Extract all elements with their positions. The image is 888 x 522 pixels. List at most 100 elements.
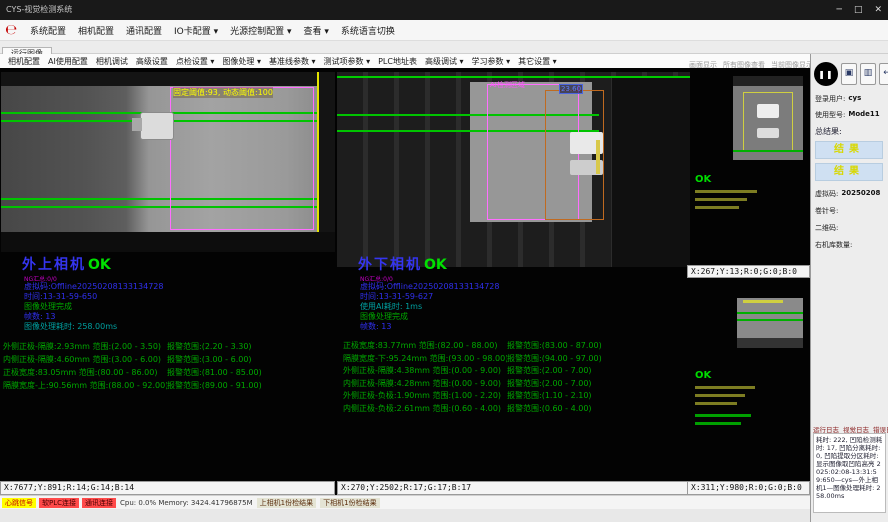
alarm-range: 报警范围:(2.00 - 7.00)	[507, 365, 673, 378]
toolbar-item[interactable]: 高级设置	[132, 56, 172, 67]
result-info-line: 时间:13-31-59-650	[24, 292, 163, 302]
window-bottom-edge	[0, 509, 810, 522]
result-info-line: 时间:13-31-59-627	[360, 292, 499, 302]
alarm-range: 报警范围:(2.00 - 7.00)	[507, 378, 673, 391]
title-bar: CYS-视觉检测系统 ─ □ ✕	[0, 0, 888, 20]
baseline-line	[337, 76, 690, 78]
edge-marker-line	[317, 72, 319, 252]
result-info-line: 虚拟码:Offline20250208133134728	[360, 282, 499, 292]
snapshot-button[interactable]: ▣	[841, 63, 857, 85]
right-result-title: 外下相机OK	[358, 254, 447, 274]
left-camera-viewport[interactable]: 固定阈值:93, 动态阈值:100	[1, 72, 335, 252]
alarm-range: 报警范围:(0.60 - 4.00)	[507, 403, 673, 416]
camera-name: 外下相机	[358, 257, 422, 273]
menu-item[interactable]: 查看 ▾	[298, 24, 335, 37]
sidebar-field: 使用型号: Mode11	[815, 110, 886, 120]
pause-button[interactable]: ❚❚	[814, 62, 838, 86]
log-text: 耗时: 222, 凹陷检测耗时: 17, 凹陷分离耗时: 0, 凹陷提取分区耗时…	[813, 433, 886, 513]
alarm-range: 报警范围:(3.00 - 6.00)	[167, 353, 333, 366]
field-value: cys	[848, 94, 861, 104]
info-fields: 虚拟码: 20250208 卷针号: 二维码: 右机库数量:	[815, 189, 886, 250]
toolbar-item[interactable]: 相机配置	[4, 56, 44, 67]
view-menu-item[interactable]: 所有图像查看	[723, 60, 765, 70]
app-logo-icon: ℮	[5, 22, 17, 38]
result-text-line	[695, 394, 745, 397]
right-coord-bar: X:270;Y:2502;R:17;G:17;B:17	[337, 481, 689, 495]
sidebar-tool-buttons: ▣▥↩	[841, 63, 888, 85]
field-label: 卷针号:	[815, 206, 838, 216]
camera-status: OK	[424, 257, 447, 273]
close-button[interactable]: ✕	[874, 0, 882, 20]
toolbar-item[interactable]: 高级调试 ▾	[421, 56, 468, 67]
measurement-row: 内侧正极-负极:2.61mm 范围:(0.60 - 4.00) 报警范围:(0.…	[343, 403, 683, 416]
roi-rectangle	[170, 87, 314, 230]
alarm-range: 报警范围:(81.00 - 85.00)	[167, 366, 333, 379]
ai-region-label: AI检测区域	[490, 80, 525, 90]
view-menu-item[interactable]: 画面显示	[689, 60, 717, 70]
measurement-row: 隔膜宽度-上:90.56mm 范围:(88.00 - 92.00) 报警范围:(…	[3, 379, 335, 392]
field-value: Mode11	[848, 110, 879, 120]
toolbar-item[interactable]: 学习参数 ▾	[468, 56, 515, 67]
menu-item[interactable]: 系统配置	[24, 24, 72, 37]
menu-items: 系统配置相机配置通讯配置IO卡配置 ▾光源控制配置 ▾查看 ▾系统语言切换	[24, 24, 401, 37]
toolbar-item[interactable]: 测试项参数 ▾	[320, 56, 375, 67]
toolbar-item[interactable]: 图像处理 ▾	[218, 56, 265, 67]
account-fields: 登录用户: cys 使用型号: Mode11	[815, 94, 886, 120]
minimize-button[interactable]: ─	[837, 0, 842, 20]
measurement-value: 内侧正极-负极:2.61mm 范围:(0.60 - 4.00)	[343, 403, 507, 416]
left-coord-bar: X:7677;Y:891;R:14;G:14;B:14	[0, 481, 335, 495]
result-text-line	[695, 414, 751, 417]
small-camera-view-2[interactable]	[737, 298, 803, 348]
toolbar-item[interactable]: PLC地址表	[374, 56, 421, 67]
view-menu-item[interactable]: 当前图像显示	[771, 60, 813, 70]
cpu-memory-text: Cpu: 0.0% Memory: 3424.41796875M	[120, 499, 253, 507]
field-label: 右机库数量:	[815, 240, 852, 250]
right-measurements: 正极宽度:83.77mm 范围:(82.00 - 88.00) 报警范围:(83…	[343, 340, 683, 416]
toolbar-item[interactable]: 其它设置 ▾	[514, 56, 561, 67]
toolbar-item[interactable]: 相机调试	[92, 56, 132, 67]
menu-item[interactable]: 系统语言切换	[335, 24, 401, 37]
result-text-line	[695, 386, 755, 389]
thumb-bright-feature	[757, 128, 779, 138]
thumb-baseline	[737, 319, 803, 321]
window-controls: ─ □ ✕	[837, 0, 882, 20]
return-button[interactable]: ↩	[879, 63, 888, 85]
thumb-baseline	[733, 150, 803, 152]
small-view2-status: OK	[695, 370, 711, 381]
measurement-row: 内侧正极-隔膜:4.28mm 范围:(0.00 - 9.00) 报警范围:(2.…	[343, 378, 683, 391]
thumb-baseline	[737, 312, 803, 314]
status-badge: 心跳信号	[2, 498, 36, 508]
left-info-lines: 虚拟码:Offline20250208133134728时间:13-31-59-…	[24, 282, 163, 332]
tab-row: 运行图像	[0, 41, 888, 54]
window-title: CYS-视觉检测系统	[6, 5, 72, 14]
menu-bar: ℮ 系统配置相机配置通讯配置IO卡配置 ▾光源控制配置 ▾查看 ▾系统语言切换	[0, 20, 888, 41]
sidebar-field: 登录用户: cys	[815, 94, 886, 104]
result-info-line: 图像处理完成	[24, 302, 163, 312]
toolbar-item[interactable]: AI使用配置	[44, 56, 92, 67]
maximize-button[interactable]: □	[854, 0, 863, 20]
result-info-line: 图像处理完成	[360, 312, 499, 322]
toolbar-item[interactable]: 基准线参数 ▾	[265, 56, 320, 67]
result-info-line: 图像处理耗时: 258.00ms	[24, 322, 163, 332]
status-badge: 通讯连接	[82, 498, 116, 508]
sidebar-field: 二维码:	[815, 223, 886, 233]
field-label: 登录用户:	[815, 94, 845, 104]
sidebar-field: 右机库数量:	[815, 240, 886, 250]
small-camera-view-1[interactable]	[733, 76, 803, 160]
menu-item[interactable]: 相机配置	[72, 24, 120, 37]
record-button[interactable]: ▥	[860, 63, 876, 85]
result-info-line: 帧数: 13	[360, 322, 499, 332]
right-info-lines: 虚拟码:Offline20250208133134728时间:13-31-59-…	[360, 282, 499, 332]
image-dark-region	[612, 76, 690, 267]
toolbar-item[interactable]: 点检设置 ▾	[172, 56, 219, 67]
highlight-bar	[596, 140, 600, 174]
menu-item[interactable]: 光源控制配置 ▾	[224, 24, 297, 37]
measurement-value: 隔膜宽度-下:95.24mm 范围:(93.00 - 98.00)	[343, 353, 507, 366]
thumb-dark-band	[737, 338, 803, 348]
right-camera-viewport[interactable]: AI检测区域 23.60	[337, 72, 690, 267]
menu-item[interactable]: IO卡配置 ▾	[168, 24, 224, 37]
menu-item[interactable]: 通讯配置	[120, 24, 168, 37]
connector-part	[140, 112, 174, 140]
field-label: 使用型号:	[815, 110, 845, 120]
left-measurements: 外侧正极-隔膜:2.93mm 范围:(2.00 - 3.50) 报警范围:(2.…	[3, 340, 335, 392]
